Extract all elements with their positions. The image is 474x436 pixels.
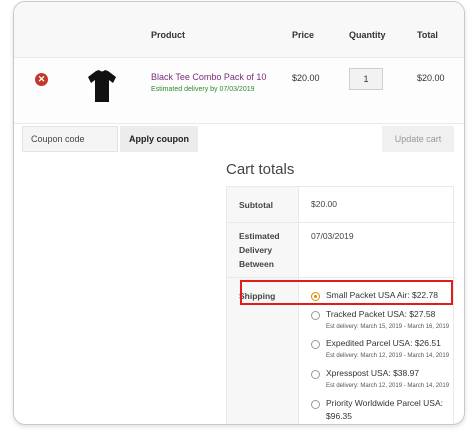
row-divider	[227, 222, 455, 223]
shipping-radio-expedited-parcel[interactable]	[311, 340, 320, 349]
delivery-between-label-line-2: Delivery	[239, 245, 273, 255]
quantity-input[interactable]: 1	[349, 68, 383, 90]
subtotal-value: $20.00	[311, 199, 337, 209]
shipping-option-priority-worldwide-price: $96.35	[326, 411, 352, 421]
product-name-link[interactable]: Black Tee Combo Pack of 10	[151, 72, 266, 82]
subtotal-label: Subtotal	[239, 200, 273, 210]
shipping-est-xpresspost: Est delivery: March 12, 2019 - March 14,…	[326, 383, 450, 389]
estimated-delivery-text: Estimated delivery by 07/03/2019	[151, 86, 255, 93]
coupon-code-input[interactable]: Coupon code	[22, 126, 118, 152]
shipping-highlight-box	[240, 280, 453, 305]
update-cart-button[interactable]: Update cart	[382, 126, 454, 152]
item-price: $20.00	[292, 73, 320, 83]
header-total: Total	[417, 30, 438, 40]
coupon-bar: Coupon code Apply coupon Update cart	[14, 124, 464, 154]
row-divider	[227, 277, 455, 278]
shipping-radio-priority-worldwide[interactable]	[311, 400, 320, 409]
shipping-est-tracked-packet: Est delivery: March 15, 2019 - March 16,…	[326, 324, 450, 330]
cart-totals-table: Subtotal $20.00 Estimated Delivery Betwe…	[226, 186, 455, 424]
shipping-option-expedited-parcel[interactable]: Expedited Parcel USA: $26.51	[326, 338, 441, 348]
header-quantity: Quantity	[349, 30, 386, 40]
shipping-radio-xpresspost[interactable]	[311, 370, 320, 379]
remove-item-icon[interactable]: ✕	[35, 73, 48, 86]
header-product: Product	[151, 30, 186, 40]
screenshot-frame: Product Price Quantity Total ✕ Black Tee…	[13, 1, 465, 425]
shipping-radio-tracked-packet[interactable]	[311, 311, 320, 320]
delivery-between-value: 07/03/2019	[311, 231, 354, 241]
shipping-option-xpresspost[interactable]: Xpresspost USA: $38.97	[326, 368, 419, 378]
apply-coupon-button[interactable]: Apply coupon	[120, 126, 198, 152]
item-total: $20.00	[417, 73, 445, 83]
tshirt-thumbnail-icon[interactable]	[86, 68, 118, 104]
delivery-between-label-line-1: Estimated	[239, 231, 280, 241]
header-price: Price	[292, 30, 315, 40]
shipping-option-priority-worldwide[interactable]: Priority Worldwide Parcel USA:	[326, 398, 443, 408]
shipping-est-expedited-parcel: Est delivery: March 12, 2019 - March 14,…	[326, 353, 450, 359]
cart-table-header: Product Price Quantity Total	[14, 2, 464, 58]
cart-totals-title: Cart totals	[226, 161, 295, 178]
shipping-option-tracked-packet[interactable]: Tracked Packet USA: $27.58	[326, 309, 435, 319]
delivery-between-label-line-3: Between	[239, 259, 274, 269]
